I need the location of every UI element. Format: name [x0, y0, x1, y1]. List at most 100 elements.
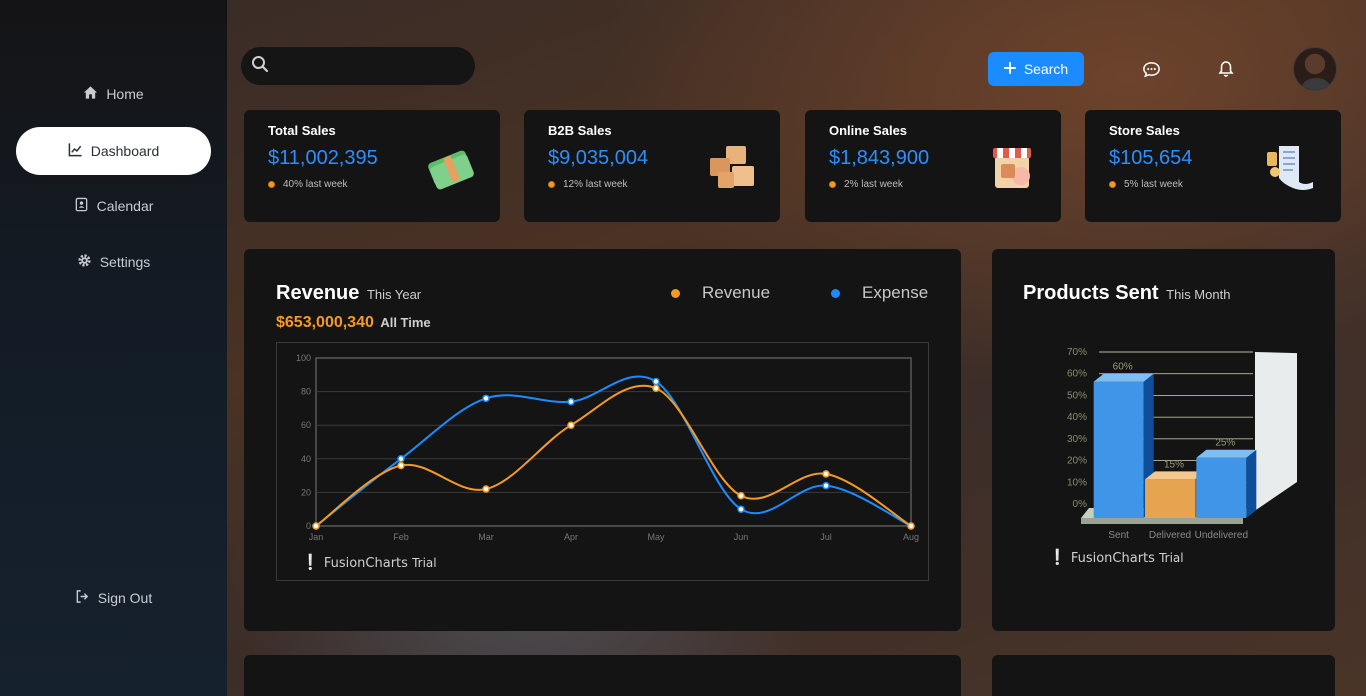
y-tick-label: 10%: [1067, 477, 1087, 488]
stat-title: Store Sales: [1109, 123, 1180, 138]
stat-title: Total Sales: [268, 123, 336, 138]
y-tick-label: 30%: [1067, 434, 1087, 445]
stat-change: 12% last week: [563, 179, 628, 190]
search-bar[interactable]: [241, 47, 475, 85]
legend-revenue[interactable]: Revenue: [671, 283, 770, 303]
legend-expense[interactable]: Expense: [831, 283, 928, 303]
y-tick-label: 60: [301, 420, 311, 430]
chart-line-icon: [68, 142, 83, 160]
revenue-line-chart: 0 20 40 60 80 100 Jan Feb Mar Apr May Jun Jul Aug: [296, 353, 919, 542]
legend-label: Expense: [862, 283, 929, 302]
x-tick-label: Jun: [734, 532, 749, 542]
x-tick-label: Aug: [903, 532, 919, 542]
stat-title: Online Sales: [829, 123, 908, 138]
sidebar-item-label: Dashboard: [90, 143, 160, 159]
bell-icon[interactable]: [1215, 58, 1237, 80]
data-point: [567, 397, 575, 406]
search-icon: [251, 55, 269, 78]
gear-icon: [77, 253, 92, 271]
x-tick-label: Apr: [564, 532, 578, 542]
x-tick-label: Delivered: [1149, 530, 1191, 541]
main-area: Search Total Sales $11,002,395 40% last …: [227, 0, 1366, 696]
sidebar-item-calendar[interactable]: Calendar: [16, 182, 211, 230]
bar-value-label: 15%: [1164, 459, 1184, 470]
y-tick-label: 20: [301, 487, 311, 497]
products-title-text: Products Sent: [1023, 282, 1159, 304]
y-tick-label: 20%: [1067, 456, 1087, 467]
receipt-icon: [1267, 146, 1313, 190]
y-tick-label: 100: [296, 353, 311, 363]
revenue-total-label: All Time: [380, 315, 431, 330]
sidebar-item-label: Home: [106, 86, 144, 102]
sidebar-item-home[interactable]: Home: [16, 70, 211, 118]
data-point: [482, 485, 490, 493]
bullet-dot: [548, 181, 555, 188]
stat-card-online-sales: Online Sales $1,843,900 2% last week: [805, 110, 1061, 222]
revenue-total-value: $653,000,340: [276, 314, 374, 331]
stat-title: B2B Sales: [548, 123, 612, 138]
next-panel-right: [992, 655, 1335, 696]
stat-change: 2% last week: [844, 179, 903, 190]
products-bar-chart: 0% 10% 20% 30% 40% 50% 60% 70% 60% Sent 15% Deliver…: [1067, 347, 1297, 541]
legend-dot-expense: [831, 288, 840, 298]
search-input[interactable]: [277, 58, 457, 74]
x-tick-label: May: [647, 532, 665, 542]
sidebar-item-settings[interactable]: Settings: [16, 238, 211, 286]
online-store-icon: [993, 148, 1031, 188]
search-button[interactable]: Search: [988, 52, 1084, 86]
x-tick-label: Mar: [478, 532, 494, 542]
data-point: [737, 492, 745, 500]
sidebar-item-label: Settings: [99, 254, 151, 270]
y-tick-label: 40: [301, 454, 311, 464]
data-point: [652, 384, 660, 392]
bar-top: [1145, 471, 1205, 480]
bar-front: [1196, 457, 1247, 518]
x-tick-label: Feb: [393, 532, 409, 542]
bar-top: [1093, 373, 1154, 382]
bar-front: [1145, 479, 1195, 518]
sign-out-button[interactable]: Sign Out: [16, 574, 211, 622]
sidebar-item-dashboard[interactable]: Dashboard: [16, 127, 211, 175]
bar-value-label: 60%: [1113, 362, 1133, 373]
products-title: Products Sent This Month: [1023, 282, 1230, 305]
data-point: [397, 461, 405, 470]
bullet-dot: [268, 181, 275, 188]
stat-card-b2b-sales: B2B Sales $9,035,004 12% last week: [524, 110, 780, 222]
stat-change: 40% last week: [283, 179, 348, 190]
data-point: [397, 455, 405, 463]
boxes-icon: [710, 146, 754, 188]
avatar[interactable]: [1293, 47, 1337, 91]
chart-floor-edge: [1081, 518, 1243, 524]
bullet-dot: [829, 181, 836, 188]
watermark-text: FusionCharts: [323, 556, 408, 571]
y-tick-label: 80: [301, 387, 311, 397]
bar-side: [1246, 449, 1257, 518]
plus-icon: [1003, 61, 1016, 77]
home-icon: [83, 85, 98, 103]
legend-dot-revenue: [671, 288, 680, 298]
sign-out-icon: [75, 589, 90, 607]
watermark-trial: Trial: [412, 556, 437, 570]
revenue-total: $653,000,340 All Time: [276, 314, 431, 332]
chat-icon[interactable]: [1140, 58, 1162, 80]
y-tick-label: 0%: [1073, 499, 1088, 510]
x-tick-label: Sent: [1108, 530, 1129, 541]
revenue-title-text: Revenue: [276, 282, 360, 304]
products-subtitle: This Month: [1166, 287, 1231, 302]
next-panel-left: [244, 655, 961, 696]
fusioncharts-watermark-2: ❕ FusionCharts Trial: [1048, 548, 1184, 566]
revenue-title: Revenue This Year: [276, 282, 421, 305]
x-tick-label: Jul: [820, 532, 832, 542]
data-point: [652, 377, 660, 386]
data-point: [567, 421, 575, 429]
watermark-text: FusionCharts: [1070, 551, 1155, 566]
stat-card-store-sales: Store Sales $105,654 5% last week: [1085, 110, 1341, 222]
data-point: [482, 394, 490, 403]
data-point: [822, 481, 830, 490]
y-tick-label: 40%: [1067, 412, 1087, 423]
watermark-trial: Trial: [1159, 551, 1184, 565]
sidebar: Home Dashboard Calendar Settings Sign Ou…: [0, 0, 227, 696]
stat-change: 5% last week: [1124, 179, 1183, 190]
bar-value-label: 25%: [1215, 438, 1235, 449]
search-button-label: Search: [1023, 61, 1069, 77]
